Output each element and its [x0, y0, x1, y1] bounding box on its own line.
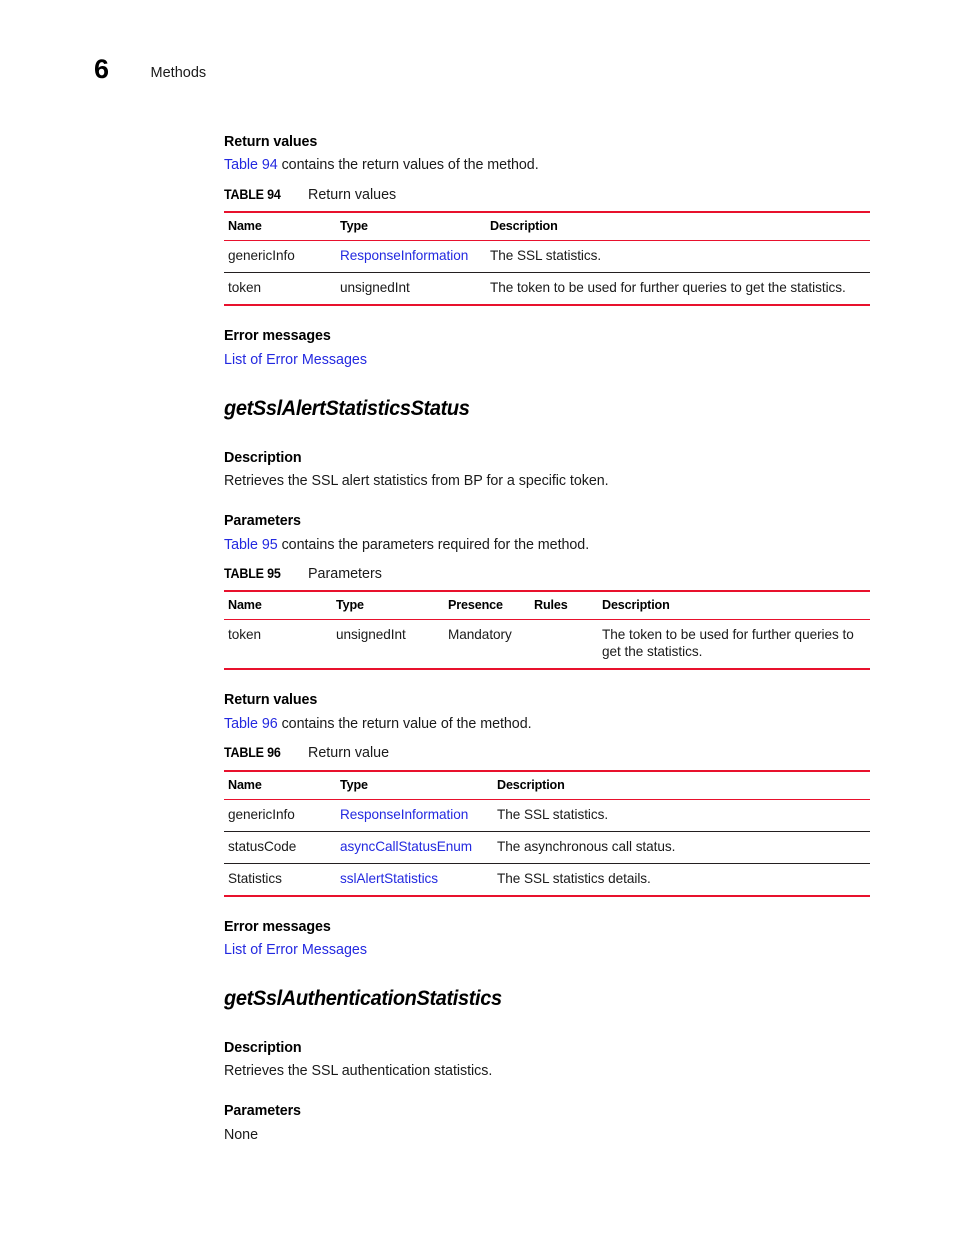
table95-caption-text: Parameters [308, 565, 382, 582]
table-95: Name Type Presence Rules Description tok… [224, 590, 870, 671]
section-return-values-2: Return values Table 96 contains the retu… [224, 692, 872, 733]
cell-rules [530, 619, 598, 671]
table96-label: TABLE 96 [224, 744, 281, 760]
parameters-heading: Parameters [224, 1103, 301, 1120]
table95-intro-rest: contains the parameters required for the… [277, 536, 590, 553]
cell-description: The SSL statistics details. [493, 863, 870, 897]
type-link-responseinformation[interactable]: ResponseInformation [340, 248, 468, 263]
table-row: Statistics sslAlertStatistics The SSL st… [224, 863, 870, 897]
description-heading: Description [224, 449, 302, 466]
parameters-heading: Parameters [224, 513, 301, 530]
cell-name: statusCode [224, 831, 336, 864]
table-96-link[interactable]: Table 96 [224, 716, 278, 732]
page-header: 6 Methods [94, 56, 206, 83]
cell-type: unsignedInt [332, 619, 444, 671]
page-content: Return values Table 94 contains the retu… [224, 134, 872, 1144]
cell-type: ResponseInformation [336, 799, 493, 832]
table94-caption-text: Return values [308, 186, 397, 203]
section-error-messages-1: Error messages List of Error Messages [224, 328, 872, 369]
table-row: statusCode asyncCallStatusEnum The async… [224, 831, 870, 864]
table-row: genericInfo ResponseInformation The SSL … [224, 240, 870, 274]
column-header-name: Name [224, 590, 332, 621]
column-header-description: Description [493, 769, 870, 800]
section-parameters-1: Parameters Table 95 contains the paramet… [224, 513, 872, 554]
cell-type: sslAlertStatistics [336, 863, 493, 897]
cell-presence: Mandatory [444, 619, 530, 671]
column-header-name: Name [224, 769, 336, 800]
table-header-row: Name Type Presence Rules Description [224, 590, 870, 621]
cell-name: token [224, 272, 336, 307]
section-return-values-1: Return values Table 94 contains the retu… [224, 134, 872, 175]
description-text: Retrieves the SSL authentication statist… [224, 1063, 493, 1080]
table94-label: TABLE 94 [224, 186, 281, 202]
cell-description: The SSL statistics. [486, 240, 870, 274]
cell-name: genericInfo [224, 799, 336, 832]
table-header-row: Name Type Description [224, 211, 870, 242]
section-parameters-2: Parameters None [224, 1103, 872, 1144]
type-link-responseinformation[interactable]: ResponseInformation [340, 807, 468, 822]
table-header-row: Name Type Description [224, 769, 870, 800]
column-header-name: Name [224, 211, 336, 242]
column-header-presence: Presence [444, 590, 530, 621]
table95-label: TABLE 95 [224, 565, 281, 581]
cell-type: unsignedInt [336, 272, 486, 307]
column-header-rules: Rules [530, 590, 598, 621]
error-messages-heading: Error messages [224, 328, 331, 345]
chapter-title: Methods [150, 65, 207, 81]
cell-description: The token to be used for further queries… [486, 272, 870, 307]
table-row: token unsignedInt The token to be used f… [224, 272, 870, 307]
cell-type: asyncCallStatusEnum [336, 831, 493, 864]
cell-description: The SSL statistics. [493, 799, 870, 832]
column-header-type: Type [336, 769, 493, 800]
section-description-1: Description Retrieves the SSL alert stat… [224, 450, 872, 491]
table-96: Name Type Description genericInfo Respon… [224, 769, 870, 897]
list-of-error-messages-link[interactable]: List of Error Messages [224, 942, 872, 959]
description-text: Retrieves the SSL alert statistics from … [224, 472, 609, 489]
table-95-link[interactable]: Table 95 [224, 537, 278, 553]
cell-description: The token to be used for further queries… [598, 619, 870, 671]
cell-name: genericInfo [224, 240, 336, 274]
table95-caption: TABLE 95 Parameters [224, 565, 872, 583]
type-link-sslalertstatistics[interactable]: sslAlertStatistics [340, 871, 438, 886]
table95-intro: Table 95 contains the parameters require… [224, 537, 872, 554]
list-of-error-messages-link[interactable]: List of Error Messages [224, 352, 872, 369]
table94-caption: TABLE 94 Return values [224, 186, 872, 204]
return-values-heading: Return values [224, 692, 318, 709]
table-94-link[interactable]: Table 94 [224, 157, 278, 173]
cell-type: ResponseInformation [336, 240, 486, 274]
method-title-getsslalertstatisticsstatus: getSslAlertStatisticsStatus [224, 395, 470, 420]
table96-caption: TABLE 96 Return value [224, 744, 872, 762]
chapter-number: 6 [94, 54, 109, 84]
section-error-messages-2: Error messages List of Error Messages [224, 919, 872, 960]
table-row: genericInfo ResponseInformation The SSL … [224, 799, 870, 832]
table-row: token unsignedInt Mandatory The token to… [224, 619, 870, 671]
table94-intro-rest: contains the return values of the method… [277, 157, 539, 174]
column-header-type: Type [332, 590, 444, 621]
document-page: 6 Methods Return values Table 94 contain… [0, 0, 954, 1235]
table-94: Name Type Description genericInfo Respon… [224, 211, 870, 307]
column-header-description: Description [486, 211, 870, 242]
description-heading: Description [224, 1039, 302, 1056]
table96-intro: Table 96 contains the return value of th… [224, 716, 872, 733]
cell-description: The asynchronous call status. [493, 831, 870, 864]
table94-intro: Table 94 contains the return values of t… [224, 157, 872, 174]
error-messages-heading: Error messages [224, 918, 331, 935]
table96-caption-text: Return value [308, 744, 390, 761]
table96-intro-rest: contains the return value of the method. [277, 715, 532, 732]
column-header-type: Type [336, 211, 486, 242]
cell-name: Statistics [224, 863, 336, 897]
cell-name: token [224, 619, 332, 671]
type-link-asynccallstatusenum[interactable]: asyncCallStatusEnum [340, 839, 472, 854]
return-values-heading: Return values [224, 134, 318, 150]
column-header-description: Description [598, 590, 870, 621]
parameters-value: None [224, 1126, 258, 1143]
section-description-2: Description Retrieves the SSL authentica… [224, 1040, 872, 1081]
method-title-getsslauthenticationstatistics: getSslAuthenticationStatistics [224, 986, 502, 1011]
